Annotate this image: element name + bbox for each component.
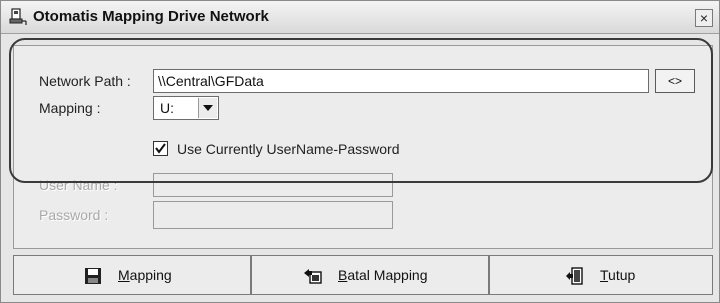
window-title: Otomatis Mapping Drive Network	[33, 8, 269, 25]
username-label: User Name :	[39, 177, 118, 193]
mapping-button[interactable]: Mapping	[13, 255, 251, 295]
use-current-credentials-checkbox[interactable]	[153, 141, 168, 156]
password-label: Password :	[39, 207, 109, 223]
password-field[interactable]	[153, 201, 393, 229]
button-bar: Mapping Batal Mapping Tutup	[13, 255, 713, 295]
browse-button[interactable]: <>	[655, 69, 695, 93]
mapping-button-label: Mapping	[118, 267, 172, 283]
save-disk-icon	[85, 268, 101, 284]
close-button[interactable]: ×	[695, 9, 713, 27]
disconnect-drive-icon	[304, 269, 322, 284]
batal-mapping-button-label: Batal Mapping	[338, 267, 428, 283]
dropdown-arrow-button[interactable]	[198, 98, 217, 118]
tutup-button[interactable]: Tutup	[489, 255, 713, 295]
network-path-label: Network Path :	[39, 73, 131, 89]
title-bar[interactable]: Otomatis Mapping Drive Network ×	[1, 1, 719, 34]
drive-letter-value: U:	[160, 100, 174, 116]
dialog-window: Otomatis Mapping Drive Network × Network…	[0, 0, 720, 303]
chevron-down-icon	[203, 105, 213, 111]
network-drive-icon	[9, 8, 27, 25]
mapping-label: Mapping :	[39, 100, 101, 116]
exit-door-icon	[566, 267, 583, 285]
tutup-button-label: Tutup	[600, 267, 636, 283]
use-current-credentials-label[interactable]: Use Currently UserName-Password	[177, 141, 400, 157]
drive-letter-select[interactable]: U:	[153, 96, 219, 120]
checkmark-icon	[155, 143, 166, 154]
batal-mapping-button[interactable]: Batal Mapping	[251, 255, 489, 295]
network-path-field[interactable]: \\Central\GFData	[153, 69, 649, 93]
username-field[interactable]	[153, 173, 393, 197]
